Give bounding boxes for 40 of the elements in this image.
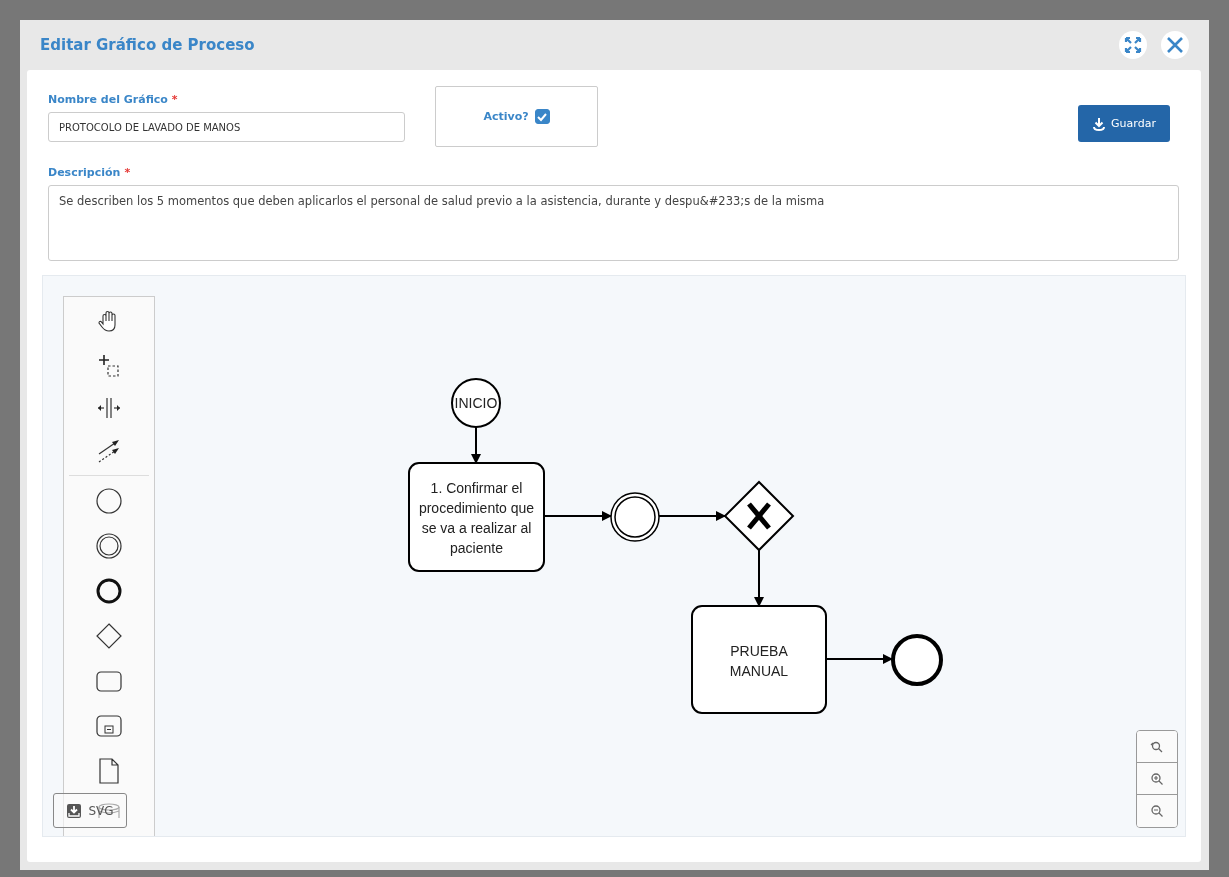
circle-icon[interactable]: [95, 487, 123, 515]
x-marker-icon: [746, 501, 772, 531]
flow-arrow: [471, 426, 481, 464]
start-event: INICIO: [451, 378, 501, 428]
name-input-field[interactable]: PROTOCOLO DE LAVADO DE MANOS: [48, 112, 405, 142]
fullscreen-button[interactable]: [1119, 31, 1147, 59]
field-label: Nombre del Gráfico: [48, 92, 168, 106]
task-node: PRUEBA MANUAL: [691, 605, 827, 714]
required-mark: *: [171, 92, 178, 106]
double-circle-icon[interactable]: [95, 532, 123, 560]
export-svg-button[interactable]: SVG: [53, 793, 127, 828]
end-event: [891, 634, 943, 686]
active-checkbox[interactable]: [534, 109, 550, 124]
task-node: 1. Confirmar el procedimiento que se va a realizar al paciente: [408, 462, 545, 572]
zoom-in-icon: [1150, 771, 1164, 786]
expand-icon: [1124, 36, 1142, 54]
save-button[interactable]: Guardar: [1078, 105, 1170, 142]
close-button[interactable]: [1161, 31, 1189, 59]
reset-zoom-icon: [1150, 739, 1164, 754]
field-label: Descripción: [48, 165, 121, 179]
thick-circle-icon[interactable]: [95, 577, 123, 605]
space-tool-icon[interactable]: [96, 395, 122, 421]
download-icon: [1092, 116, 1107, 131]
lasso-icon[interactable]: [96, 352, 122, 378]
flow-arrow: [658, 511, 726, 521]
zoom-out-icon: [1150, 804, 1164, 818]
diamond-icon[interactable]: [95, 622, 123, 650]
required-mark: *: [124, 165, 131, 179]
close-icon: [1165, 35, 1185, 55]
reset-zoom-button[interactable]: [1137, 731, 1177, 763]
description-text-area[interactable]: Se describen los 5 momentos que deben aplicarlos el personal de salud previo a la asistencia, durante y despu&#233;s de la misma: [48, 185, 1179, 261]
intermediate-event: [610, 492, 660, 542]
flow-arrow: [543, 511, 612, 521]
connect-icon[interactable]: [96, 438, 122, 464]
checkbox-label: Activo?: [483, 110, 529, 123]
dialog-title: Editar Gráfico de Proceso: [40, 36, 256, 54]
flow-arrow: [754, 549, 764, 607]
subprocess-icon[interactable]: [95, 712, 123, 740]
flow-arrow: [825, 654, 893, 664]
exclusive-gateway: [723, 480, 795, 552]
